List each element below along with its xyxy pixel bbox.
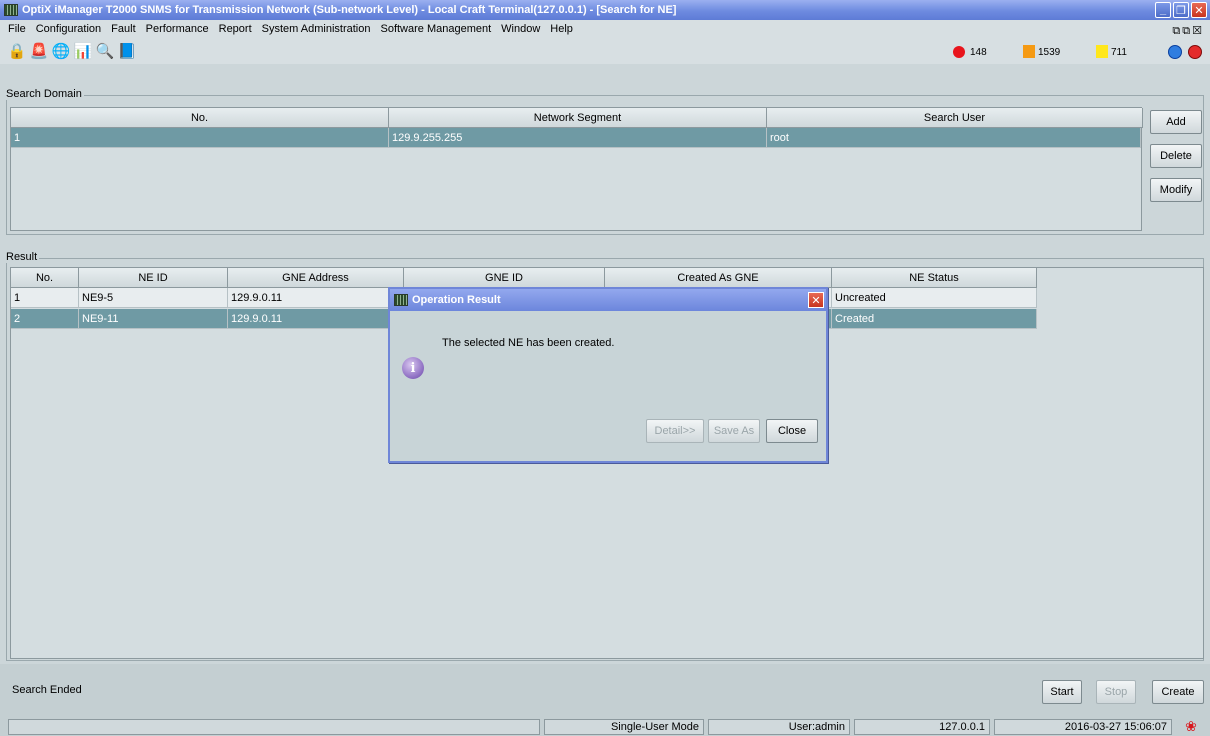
dialog-title: Operation Result (412, 294, 501, 306)
search-domain-table: No. Network Segment Search User 1 129.9.… (10, 107, 1143, 231)
menu-window[interactable]: Window (501, 23, 540, 35)
cell-ne-status: Created (832, 309, 1037, 329)
menu-configuration[interactable]: Configuration (36, 23, 101, 35)
info-status-icon[interactable] (1168, 45, 1182, 59)
cell-no: 2 (11, 309, 79, 329)
menu-software-management[interactable]: Software Management (380, 23, 491, 35)
table-row[interactable]: 1 129.9.255.255 root (11, 128, 1141, 148)
column-header-gne-address[interactable]: GNE Address (228, 268, 404, 288)
result-label: Result (4, 251, 40, 263)
critical-alarm-icon[interactable] (953, 46, 965, 58)
datetime-status: 2016-03-27 15:06:07 (994, 719, 1172, 735)
start-button[interactable]: Start (1042, 680, 1082, 704)
ip-status: 127.0.0.1 (854, 719, 990, 735)
status-message-cell (8, 719, 540, 735)
menu-help[interactable]: Help (550, 23, 573, 35)
title-bar: OptiX iManager T2000 SNMS for Transmissi… (0, 0, 1210, 20)
dialog-close-button[interactable]: Close (766, 419, 818, 443)
mdi-close-icon[interactable]: ☒ (1192, 25, 1204, 37)
alarm-light-icon[interactable]: 🚨 (30, 42, 49, 60)
critical-alarm-count: 148 (970, 47, 987, 58)
network-icon[interactable]: 🌐 (52, 42, 71, 60)
detail-button[interactable]: Detail>> (646, 419, 704, 443)
cell-ne-id: NE9-11 (79, 309, 228, 329)
book-icon[interactable]: 📘 (118, 42, 137, 60)
create-button[interactable]: Create (1152, 680, 1204, 704)
cell-ne-id: NE9-5 (79, 288, 228, 308)
column-header-gne-id[interactable]: GNE ID (404, 268, 605, 288)
search-status-text: Search Ended (12, 684, 82, 696)
dialog-message: The selected NE has been created. (442, 337, 615, 349)
toolbar: 🔒 🚨 🌐 📊 🔍 📘 148 1539 711 (0, 38, 1210, 64)
dialog-title-bar[interactable]: Operation Result ✕ (390, 289, 826, 311)
search-report-icon[interactable]: 🔍 (96, 42, 115, 60)
cell-no: 1 (11, 128, 389, 148)
lock-icon[interactable]: 🔒 (8, 42, 27, 60)
column-header-no[interactable]: No. (11, 268, 79, 288)
stop-status-icon[interactable] (1188, 45, 1202, 59)
mdi-maximize-icon[interactable]: ⧉ (1182, 25, 1192, 37)
window-title: OptiX iManager T2000 SNMS for Transmissi… (22, 4, 677, 16)
column-header-search-user[interactable]: Search User (767, 108, 1143, 128)
cell-network-segment: 129.9.255.255 (389, 128, 767, 148)
menu-report[interactable]: Report (219, 23, 252, 35)
stop-button[interactable]: Stop (1096, 680, 1136, 704)
minimize-button[interactable]: _ (1155, 2, 1171, 18)
menu-performance[interactable]: Performance (146, 23, 209, 35)
operation-result-dialog: Operation Result ✕ i The selected NE has… (388, 287, 828, 463)
column-header-no[interactable]: No. (11, 108, 389, 128)
close-button[interactable]: ✕ (1191, 2, 1207, 18)
save-as-button[interactable]: Save As (708, 419, 760, 443)
status-bar: Single-User Mode User:admin 127.0.0.1 20… (0, 716, 1210, 736)
info-icon: i (402, 357, 424, 379)
user-status: User:admin (708, 719, 850, 735)
mdi-window-controls: ⧉⧉☒ (1172, 21, 1204, 38)
mdi-restore-icon[interactable]: ⧉ (1172, 25, 1182, 37)
major-alarm-icon[interactable] (1023, 45, 1035, 58)
cell-ne-status: Uncreated (832, 288, 1037, 308)
app-icon (4, 4, 18, 16)
delete-button[interactable]: Delete (1150, 144, 1202, 168)
cell-gne-address: 129.9.0.11 (228, 288, 404, 308)
minor-alarm-icon[interactable] (1096, 45, 1108, 58)
column-header-network-segment[interactable]: Network Segment (389, 108, 767, 128)
menu-system-administration[interactable]: System Administration (262, 23, 371, 35)
bottom-panel: Search Ended Start Stop Create (0, 664, 1210, 716)
mode-status: Single-User Mode (544, 719, 704, 735)
restore-button[interactable]: ❐ (1173, 2, 1189, 18)
column-header-ne-status[interactable]: NE Status (832, 268, 1037, 288)
major-alarm-count: 1539 (1038, 47, 1061, 58)
menu-fault[interactable]: Fault (111, 23, 135, 35)
column-header-ne-id[interactable]: NE ID (79, 268, 228, 288)
dialog-close-icon[interactable]: ✕ (808, 292, 824, 308)
menu-bar: File Configuration Fault Performance Rep… (0, 20, 1210, 38)
modify-button[interactable]: Modify (1150, 178, 1202, 202)
huawei-logo-icon: ❀ (1185, 718, 1197, 734)
menu-file[interactable]: File (8, 23, 26, 35)
search-domain-label: Search Domain (4, 88, 84, 100)
cell-search-user: root (767, 128, 1141, 148)
cell-no: 1 (11, 288, 79, 308)
chart-icon[interactable]: 📊 (74, 42, 93, 60)
cell-gne-address: 129.9.0.11 (228, 309, 404, 329)
app-icon (394, 294, 408, 306)
column-header-created-as-gne[interactable]: Created As GNE (605, 268, 832, 288)
add-button[interactable]: Add (1150, 110, 1202, 134)
minor-alarm-count: 711 (1111, 47, 1127, 58)
